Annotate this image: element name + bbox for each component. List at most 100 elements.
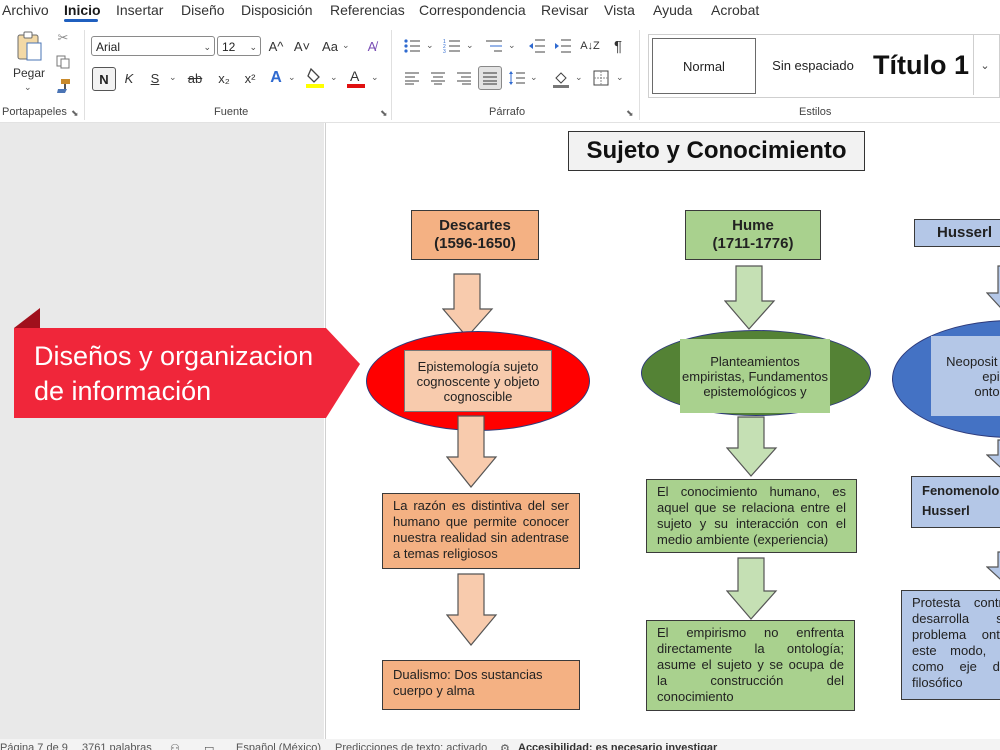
bullets-icon[interactable] <box>402 36 422 56</box>
descartes-years: (1596-1650) <box>434 235 516 252</box>
menu-vista[interactable]: Vista <box>604 0 635 20</box>
text-predictions-status[interactable]: Predicciones de texto: activado <box>335 742 487 750</box>
font-group-label: Fuente <box>214 106 249 118</box>
diagram-title: Sujeto y Conocimiento <box>568 131 865 171</box>
font-size-select[interactable]: 12 ⌄ <box>217 36 261 56</box>
chevron-down-icon[interactable]: ⌄ <box>508 40 516 51</box>
paste-label[interactable]: Pegar <box>13 66 45 80</box>
clipboard-launcher-icon[interactable]: ⬊ <box>71 108 79 119</box>
clipboard-icon <box>17 31 42 61</box>
numbering-icon[interactable]: 123 <box>442 36 462 56</box>
descartes-box-1: La razón es distintiva del ser humano qu… <box>382 493 580 569</box>
menu-acrobat[interactable]: Acrobat <box>711 0 759 20</box>
text-effects-button[interactable]: A <box>266 67 286 89</box>
banner-text: Diseños y organizacion de información <box>34 339 313 409</box>
descartes-header: Descartes (1596-1650) <box>411 210 539 260</box>
paragraph-launcher-icon[interactable]: ⬊ <box>626 108 634 119</box>
chevron-down-icon[interactable]: ⌄ <box>288 72 296 83</box>
superscript-button[interactable]: x² <box>240 67 260 89</box>
clipboard-group-label: Portapapeles <box>2 106 67 118</box>
style-sin-espaciado[interactable]: Sin espaciado <box>763 38 863 92</box>
banner-line-2: de información <box>34 376 212 406</box>
font-name-value: Arial <box>96 40 121 54</box>
word-count[interactable]: 3761 palabras <box>82 742 152 750</box>
down-arrow <box>726 557 778 620</box>
chevron-down-icon[interactable]: ⌄ <box>575 72 583 83</box>
align-right-icon[interactable] <box>454 68 474 88</box>
bold-button[interactable]: N <box>92 67 116 91</box>
paste-button[interactable] <box>14 30 44 62</box>
copy-icon[interactable] <box>55 54 71 70</box>
italic-button[interactable]: K <box>120 67 138 89</box>
multilevel-list-icon[interactable] <box>484 36 504 56</box>
highlight-button[interactable] <box>304 66 326 90</box>
decrease-indent-icon[interactable] <box>527 36 547 56</box>
style-normal[interactable]: Normal <box>652 38 756 94</box>
language-status[interactable]: Español (México) <box>236 742 321 750</box>
down-arrow <box>726 416 778 477</box>
book-icon[interactable]: ▭ <box>204 742 214 750</box>
husserl-oval-text: Neoposit Po episte ontológ <box>931 336 1000 416</box>
chevron-down-icon[interactable]: ⌄ <box>530 72 538 83</box>
hume-header: Hume (1711-1776) <box>685 210 821 260</box>
menu-referencias[interactable]: Referencias <box>330 0 405 20</box>
grow-font-button[interactable]: A^ <box>266 36 286 56</box>
cut-icon[interactable]: ✂ <box>55 30 71 46</box>
increase-indent-icon[interactable] <box>553 36 573 56</box>
styles-group-label: Estilos <box>799 106 832 118</box>
font-size-value: 12 <box>222 40 236 54</box>
chevron-down-icon[interactable]: ⌄ <box>466 40 474 51</box>
hume-box-2: El empirismo no enfrenta directamente la… <box>646 620 855 711</box>
chevron-down-icon[interactable]: ⌄ <box>342 40 350 51</box>
menu-disposicion[interactable]: Disposición <box>241 0 313 20</box>
chevron-down-icon[interactable]: ⌄ <box>616 72 624 83</box>
canvas-background <box>0 123 324 739</box>
husserl-box-2: Protesta contra desarrolla so problema o… <box>901 590 1000 700</box>
show-marks-button[interactable]: ¶ <box>608 36 628 56</box>
font-color-button[interactable]: A <box>345 66 367 90</box>
shading-icon[interactable] <box>550 68 572 90</box>
descartes-oval-text: Epistemología sujeto cognoscente y objet… <box>404 350 552 412</box>
divider <box>639 30 640 120</box>
strikethrough-button[interactable]: ab <box>184 67 206 89</box>
styles-more-chevron-icon[interactable]: ⌄ <box>973 35 996 95</box>
menu-inicio[interactable]: Inicio <box>64 0 101 20</box>
menu-insertar[interactable]: Insertar <box>116 0 163 20</box>
align-left-icon[interactable] <box>402 68 422 88</box>
sort-icon[interactable]: A↓Z <box>580 36 600 56</box>
shrink-font-button[interactable]: A˅ <box>292 36 312 56</box>
paste-chevron-icon[interactable]: ⌄ <box>24 82 32 93</box>
track-icon[interactable]: ⚇ <box>170 742 180 750</box>
menu-revisar[interactable]: Revisar <box>541 0 588 20</box>
document-page[interactable]: Sujeto y Conocimiento Descartes (1596-16… <box>325 123 1000 739</box>
banner-line-1: Diseños y organizacion <box>34 341 314 371</box>
chevron-down-icon[interactable]: ⌄ <box>371 72 379 83</box>
format-painter-icon[interactable] <box>55 78 71 94</box>
divider <box>391 30 392 120</box>
justify-icon[interactable] <box>478 66 502 90</box>
menu-archivo[interactable]: Archivo <box>2 0 49 20</box>
style-titulo-1[interactable]: Título 1 <box>867 38 975 92</box>
borders-icon[interactable] <box>591 68 611 88</box>
menu-diseno[interactable]: Diseño <box>181 0 225 20</box>
chevron-down-icon[interactable]: ⌄ <box>330 72 338 83</box>
page-count[interactable]: Página 7 de 9 <box>0 742 68 750</box>
chevron-down-icon[interactable]: ⌄ <box>426 40 434 51</box>
line-spacing-icon[interactable] <box>507 68 527 88</box>
menu-ayuda[interactable]: Ayuda <box>653 0 692 20</box>
menu-correspondencia[interactable]: Correspondencia <box>419 0 526 20</box>
align-center-icon[interactable] <box>428 68 448 88</box>
accessibility-icon[interactable]: ⚙ <box>500 742 510 750</box>
font-launcher-icon[interactable]: ⬊ <box>380 108 388 119</box>
hume-years: (1711-1776) <box>712 235 794 252</box>
husserl-box-1: Fenomenolo Husserl <box>911 476 1000 528</box>
accessibility-status[interactable]: Accesibilidad: es necesario investigar <box>518 742 717 750</box>
clear-formatting-icon[interactable]: A̸ <box>362 36 382 56</box>
subscript-button[interactable]: x₂ <box>214 67 234 89</box>
change-case-button[interactable]: Aa <box>318 36 342 56</box>
down-arrow <box>446 415 498 488</box>
underline-button[interactable]: S <box>146 67 164 89</box>
chevron-down-icon[interactable]: ⌄ <box>169 72 177 83</box>
font-name-select[interactable]: Arial ⌄ <box>91 36 215 56</box>
down-arrow <box>446 573 498 646</box>
